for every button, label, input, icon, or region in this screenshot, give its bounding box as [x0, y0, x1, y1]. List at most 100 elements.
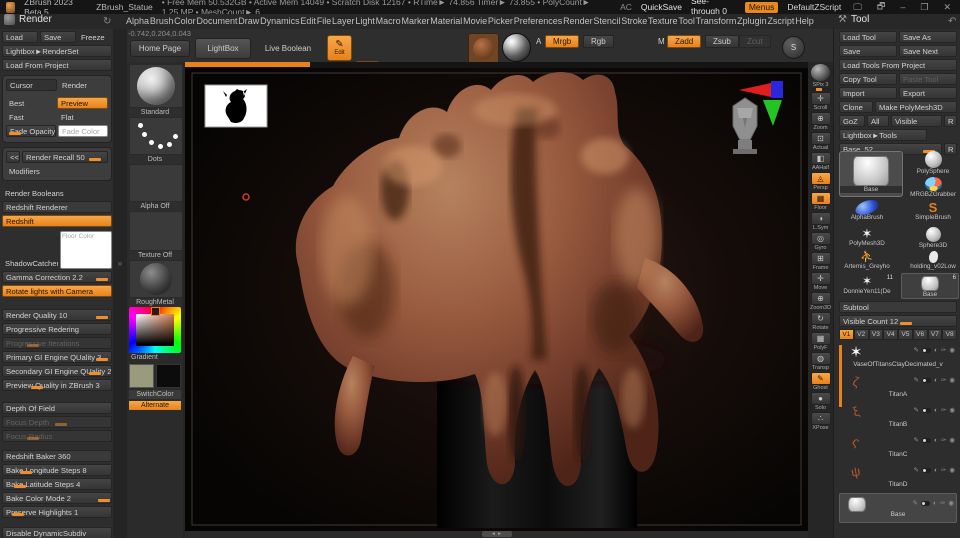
menu-color[interactable]: Color: [174, 15, 196, 27]
menu-light[interactable]: Light: [355, 15, 375, 27]
shelf-zoom-button[interactable]: ⊕Zoom: [810, 112, 831, 131]
shelf-xpose-button[interactable]: ∴XPose: [810, 412, 831, 431]
zcut-button[interactable]: Zcut: [739, 35, 771, 48]
menu-macro[interactable]: Macro: [376, 15, 401, 27]
stroke-s-button[interactable]: S: [782, 36, 805, 59]
redshift-renderer-header[interactable]: Redshift Renderer: [2, 201, 112, 213]
texture-name-label[interactable]: Texture Off: [129, 251, 181, 260]
alpha-name-label[interactable]: Alpha Off: [129, 202, 181, 211]
shade-icon[interactable]: ◐: [934, 437, 938, 444]
gradient-label[interactable]: Gradient: [129, 353, 183, 362]
alpha-thumbnail[interactable]: [129, 164, 183, 202]
material-quick-thumb[interactable]: [810, 64, 831, 81]
edit-icon[interactable]: ✎: [913, 347, 918, 354]
alternate-button[interactable]: Alternate: [129, 401, 181, 410]
menu-help[interactable]: Help: [795, 15, 814, 27]
visible-count-slider[interactable]: Visible Count 12: [839, 315, 957, 327]
tab-v7[interactable]: V7: [928, 329, 943, 340]
render-load-button[interactable]: Load: [2, 31, 38, 43]
rotate-lights-button[interactable]: Rotate lights with Camera: [2, 285, 112, 297]
tab-v6[interactable]: V6: [913, 329, 928, 340]
tab-v5[interactable]: V5: [898, 329, 913, 340]
copy-tool-button[interactable]: Copy Tool: [839, 73, 897, 85]
shelf-actual-button[interactable]: ⊡Actual: [810, 132, 831, 151]
close-button[interactable]: ✕: [940, 2, 954, 13]
brush-icon[interactable]: ✑: [941, 437, 946, 444]
monitor-icon[interactable]: 🖵: [850, 2, 865, 13]
stroke-name-label[interactable]: Dots: [129, 155, 181, 164]
render-freeze-button[interactable]: Freeze: [78, 31, 112, 43]
tool-thumb-mrgbzgrabber[interactable]: MRGBZGrabber: [909, 177, 957, 198]
menu-marker[interactable]: Marker: [401, 15, 429, 27]
default-zscript-button[interactable]: DefaultZScript: [787, 2, 841, 12]
render-fast-button[interactable]: Fast: [6, 111, 56, 123]
tool-thumb-artemis[interactable]: ⛹ Artemis_Greyho: [839, 251, 895, 270]
render-recall-slider[interactable]: Render Recall 50: [22, 151, 108, 163]
brush-icon[interactable]: ✑: [940, 500, 945, 507]
save-button[interactable]: Save: [839, 45, 897, 57]
edit-icon[interactable]: ✎: [912, 500, 917, 507]
minimize-button[interactable]: –: [897, 2, 908, 12]
tab-v2[interactable]: V2: [854, 329, 869, 340]
divider-handle-icon[interactable]: »: [113, 259, 127, 268]
menu-stroke[interactable]: Stroke: [621, 15, 647, 27]
eye-icon[interactable]: ◉: [949, 347, 955, 354]
active-tool-thumbnail[interactable]: Base: [839, 151, 903, 197]
shade-icon[interactable]: ◐: [933, 500, 937, 507]
edit-icon[interactable]: ✎: [913, 467, 918, 474]
menu-texture[interactable]: Texture: [648, 15, 678, 27]
secondary-gi-slider[interactable]: Secondary GI Engine QUality 2: [2, 365, 112, 377]
subtool-row-vase[interactable]: ✶ ✎◐✑◉ VaseOfTitansClayDecimated_v: [839, 343, 957, 373]
fade-opacity-slider[interactable]: Fade Opacity 0: [6, 125, 56, 137]
menu-dynamics[interactable]: Dynamics: [260, 15, 300, 27]
eye-icon[interactable]: ◉: [949, 437, 955, 444]
render-tab[interactable]: Render: [59, 79, 108, 91]
tab-v8[interactable]: V8: [942, 329, 957, 340]
menu-edit[interactable]: Edit: [300, 15, 316, 27]
rgb-button[interactable]: Rgb: [583, 35, 614, 48]
live-boolean-button[interactable]: Live Boolean: [256, 40, 320, 57]
tool-thumb-base2[interactable]: 6 Base: [901, 273, 959, 299]
primary-gi-slider[interactable]: Primary GI Engine QUality 3: [2, 351, 112, 363]
spix-slider[interactable]: SPix 3: [810, 82, 831, 91]
shelf-lsym-button[interactable]: ◑L.Sym: [810, 212, 831, 231]
load-tool-button[interactable]: Load Tool: [839, 31, 897, 43]
menu-alpha[interactable]: Alpha: [126, 15, 149, 27]
menu-render[interactable]: Render: [563, 15, 593, 27]
import-button[interactable]: Import: [839, 87, 897, 99]
shade-icon[interactable]: ◐: [934, 407, 938, 414]
tab-v4[interactable]: V4: [883, 329, 898, 340]
current-brush-thumbnail[interactable]: [129, 64, 183, 108]
eye-icon[interactable]: ◉: [949, 377, 955, 384]
current-brush-button[interactable]: [468, 33, 499, 64]
edit-button[interactable]: ✎ Edit: [327, 35, 352, 61]
brush-name-label[interactable]: Standard: [129, 108, 181, 117]
subtool-row-titanc[interactable]: ς ✎◐✑◉ TitanC: [839, 433, 957, 463]
mrgb-button[interactable]: Mrgb: [545, 35, 579, 48]
bake-color-mode-slider[interactable]: Bake Color Mode 2: [2, 492, 112, 504]
subtool-header[interactable]: Subtool: [839, 301, 957, 313]
shelf-solo-button[interactable]: ●Solo: [810, 392, 831, 411]
render-reset-icon[interactable]: ↻: [103, 16, 111, 27]
paste-tool-button[interactable]: Paste Tool: [899, 73, 957, 85]
shelf-floor-button[interactable]: ▦Floor: [810, 192, 831, 211]
menu-layer[interactable]: Layer: [332, 15, 355, 27]
save-next-button[interactable]: Save Next: [899, 45, 957, 57]
canvas-scroll-handle[interactable]: ◄ ►: [482, 531, 512, 537]
stroke-thumbnail[interactable]: [129, 117, 183, 155]
current-material-button[interactable]: [502, 33, 531, 62]
shelf-frame-button[interactable]: ⊞Frame: [810, 252, 831, 271]
progressive-iterations-slider[interactable]: Progressive Iterations: [2, 337, 112, 349]
lightbox-button[interactable]: LightBox: [195, 38, 251, 59]
preview-quality-slider[interactable]: Preview Quality in ZBrush 3: [2, 379, 112, 391]
shelf-transp-button[interactable]: ◍Transp: [810, 352, 831, 371]
viewport-canvas[interactable]: [185, 62, 808, 531]
focus-depth-slider[interactable]: Focus Depth: [2, 416, 112, 428]
lightbox-tools-button[interactable]: Lightbox►Tools: [839, 129, 927, 141]
shelf-aahalf-button[interactable]: ◧AAHalf: [810, 152, 831, 171]
shadowcatcher-label[interactable]: ShadowCatcher: [2, 257, 58, 269]
menu-draw[interactable]: Draw: [238, 15, 259, 27]
edit-icon[interactable]: ✎: [913, 377, 918, 384]
redshift-button[interactable]: Redshift: [2, 215, 112, 227]
visibility-toggle[interactable]: [922, 378, 931, 383]
